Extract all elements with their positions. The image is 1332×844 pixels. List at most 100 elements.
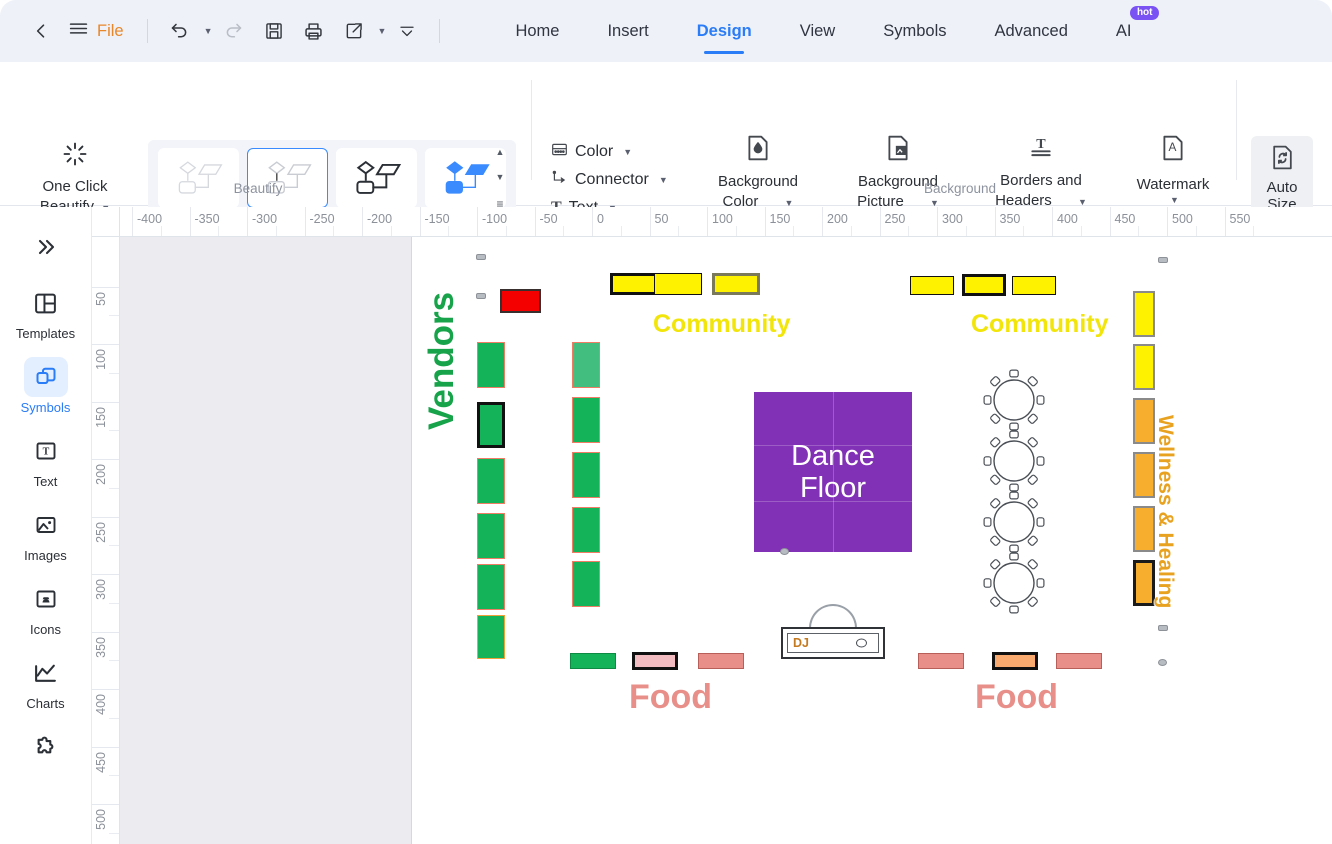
selection-handle-6[interactable] bbox=[780, 548, 789, 555]
wellness-column-6[interactable] bbox=[1133, 560, 1155, 606]
canvas-label-vendors[interactable]: Vendors bbox=[422, 292, 461, 430]
table-chair bbox=[983, 456, 992, 466]
beautify-gallery-scroll[interactable]: ▲ ▼ ≡ bbox=[490, 148, 510, 211]
diagram-canvas[interactable]: Dance Floor DJ Community Community Vendors Wel… bbox=[120, 237, 1332, 844]
vertical-ruler[interactable]: 50 100 150 200 250 300 350 400 450 500 bbox=[92, 237, 120, 844]
sidebar-item-charts[interactable]: Charts bbox=[8, 649, 84, 715]
horizontal-ruler[interactable]: -400 -350 -300 -250 -200 -150 -100 -50 0 50 100 150… bbox=[120, 207, 1332, 237]
food-right-1[interactable] bbox=[918, 653, 964, 669]
export-share-icon[interactable] bbox=[335, 12, 373, 50]
canvas-label-food[interactable]: Food bbox=[629, 680, 712, 714]
sidebar-item-icons[interactable]: Icons bbox=[8, 575, 84, 641]
vendors-col2-5[interactable] bbox=[572, 561, 600, 607]
vendors-col2-3[interactable] bbox=[572, 452, 600, 498]
vendors-col2-2[interactable] bbox=[572, 397, 600, 443]
vendors-col1-1[interactable] bbox=[477, 342, 505, 388]
selection-handle-2[interactable] bbox=[476, 293, 486, 299]
community-right-tables-3[interactable] bbox=[1012, 276, 1056, 295]
food-right-3[interactable] bbox=[1056, 653, 1102, 669]
canvas-label-wellness-healing[interactable]: Wellness & Healing bbox=[1154, 415, 1177, 608]
borders-and-headers-button[interactable]: T Borders and Headers ▼ bbox=[976, 128, 1106, 216]
wellness-column-4[interactable] bbox=[1133, 452, 1155, 498]
canvas-label-community[interactable]: Community bbox=[653, 312, 791, 337]
tab-ai[interactable]: AI hot bbox=[1092, 0, 1160, 62]
community-right-tables-2[interactable] bbox=[962, 274, 1006, 296]
background-color-button[interactable]: Background Color ▼ bbox=[698, 128, 818, 217]
community-left-tables-3[interactable] bbox=[712, 273, 760, 295]
save-floppy-icon[interactable] bbox=[255, 12, 293, 50]
beautify-style-3[interactable] bbox=[336, 148, 417, 208]
red-booth-shape[interactable] bbox=[500, 289, 541, 313]
templates-icon bbox=[24, 283, 68, 323]
vendors-col1-6[interactable] bbox=[477, 615, 505, 659]
community-left-tables-2[interactable] bbox=[654, 273, 702, 295]
ruler-minor-tick bbox=[109, 602, 119, 604]
vendors-col1-2[interactable] bbox=[477, 402, 505, 448]
beautify-style-2[interactable] bbox=[247, 148, 328, 208]
selection-handle-1[interactable] bbox=[476, 254, 486, 260]
wellness-column-3[interactable] bbox=[1133, 398, 1155, 444]
watermark-button[interactable]: A Watermark ▼ bbox=[1118, 128, 1228, 211]
community-right-tables-1[interactable] bbox=[910, 276, 954, 295]
file-menu-button[interactable]: File bbox=[62, 13, 134, 49]
food-left-1[interactable] bbox=[570, 653, 616, 669]
canvas-label-food[interactable]: Food bbox=[975, 680, 1058, 714]
background-picture-caret-icon[interactable]: ▼ bbox=[930, 198, 939, 208]
vendors-col1-5[interactable] bbox=[477, 564, 505, 610]
connector-dropdown-caret-icon[interactable]: ▼ bbox=[659, 175, 668, 185]
tab-view[interactable]: View bbox=[776, 0, 859, 62]
dj-booth-shape[interactable]: DJ bbox=[781, 627, 885, 659]
round-table-4[interactable] bbox=[980, 549, 1048, 617]
tab-symbols[interactable]: Symbols bbox=[859, 0, 970, 62]
background-picture-button[interactable]: Background Picture ▼ bbox=[838, 128, 958, 217]
sidebar-item-images[interactable]: Images bbox=[8, 501, 84, 567]
sidebar-item-plugins[interactable] bbox=[8, 723, 84, 771]
shapes-layer: Dance Floor DJ Community Community Vendors Wel… bbox=[120, 237, 1332, 844]
vendors-col2-1[interactable] bbox=[572, 342, 600, 388]
round-table-1[interactable] bbox=[980, 366, 1048, 434]
tab-advanced[interactable]: Advanced bbox=[971, 0, 1092, 62]
redo-icon[interactable] bbox=[215, 12, 253, 50]
back-chevron-icon[interactable] bbox=[22, 12, 60, 50]
selection-handle-4[interactable] bbox=[1158, 625, 1168, 631]
vendors-col1-3[interactable] bbox=[477, 458, 505, 504]
round-table-3[interactable] bbox=[980, 488, 1048, 556]
sidebar-item-templates[interactable]: Templates bbox=[8, 279, 84, 345]
food-left-3[interactable] bbox=[698, 653, 744, 669]
canvas-label-community[interactable]: Community bbox=[971, 312, 1109, 337]
tab-home[interactable]: Home bbox=[491, 0, 583, 62]
wellness-column-2[interactable] bbox=[1133, 344, 1155, 390]
tab-insert[interactable]: Insert bbox=[583, 0, 672, 62]
dance-floor-shape[interactable]: Dance Floor bbox=[754, 392, 912, 552]
vendors-col1-4[interactable] bbox=[477, 513, 505, 559]
ruler-tick bbox=[707, 207, 708, 236]
sidebar-expand-button[interactable] bbox=[8, 223, 84, 271]
undo-dropdown-caret[interactable]: ▼ bbox=[204, 26, 213, 36]
ruler-minor-tick bbox=[333, 226, 335, 236]
sidebar-item-text[interactable]: T Text bbox=[8, 427, 84, 493]
beautify-style-1[interactable] bbox=[158, 148, 239, 208]
borders-headers-caret-icon[interactable]: ▼ bbox=[1078, 197, 1087, 207]
vendors-col2-4[interactable] bbox=[572, 507, 600, 553]
undo-icon[interactable] bbox=[161, 12, 199, 50]
round-table-2[interactable] bbox=[980, 427, 1048, 495]
gallery-scroll-up-icon[interactable]: ▲ bbox=[496, 148, 505, 157]
selection-handle-5[interactable] bbox=[1158, 659, 1167, 666]
watermark-caret-icon[interactable]: ▼ bbox=[1170, 195, 1179, 205]
ruler-minor-tick bbox=[109, 487, 119, 489]
selection-handle-3[interactable] bbox=[1158, 257, 1168, 263]
wellness-column-1[interactable] bbox=[1133, 291, 1155, 337]
print-icon[interactable] bbox=[295, 12, 333, 50]
color-dropdown-caret-icon[interactable]: ▼ bbox=[623, 147, 632, 157]
sidebar-item-symbols[interactable]: Symbols bbox=[8, 353, 84, 419]
food-left-2[interactable] bbox=[632, 652, 678, 670]
auto-size-button[interactable]: Auto Size bbox=[1251, 136, 1313, 218]
tab-design[interactable]: Design bbox=[673, 0, 776, 62]
color-button[interactable]: Color ▼ bbox=[545, 138, 674, 166]
connector-button[interactable]: Connector ▼ bbox=[545, 166, 674, 194]
export-dropdown-caret[interactable]: ▼ bbox=[378, 26, 387, 36]
more-chevrons-icon[interactable] bbox=[388, 12, 426, 50]
food-right-2[interactable] bbox=[992, 652, 1038, 670]
wellness-column-5[interactable] bbox=[1133, 506, 1155, 552]
background-color-caret-icon[interactable]: ▼ bbox=[785, 198, 794, 208]
